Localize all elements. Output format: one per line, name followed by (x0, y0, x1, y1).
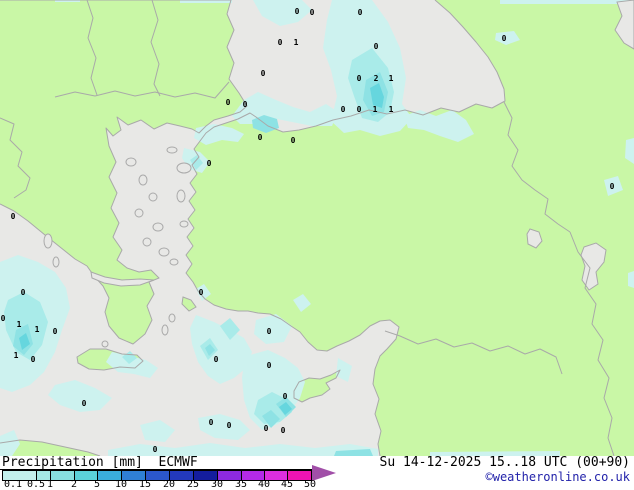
aegean-island (134, 208, 144, 218)
aegean-island (125, 157, 137, 167)
legend-tick-label: 35 (234, 479, 248, 490)
legend-tick-label: 15 (138, 479, 152, 490)
aegean-island (152, 222, 164, 232)
legend-tick-label: 40 (257, 479, 271, 490)
legend-title: Precipitation [mm] ECMWF (2, 455, 198, 470)
island-limnos (166, 146, 178, 154)
legend-tick-label: 50 (303, 479, 317, 490)
legend-tick-label: 5 (93, 479, 101, 490)
legend-tick-label: 0.1 (4, 479, 23, 490)
legend-tick-label: 30 (210, 479, 224, 490)
aegean-island (168, 313, 176, 323)
legend-tick-label: 25 (186, 479, 200, 490)
legend-tick-label: 1 (46, 479, 54, 490)
map-container: 0000100021001100000000000110100000000000 (0, 0, 634, 456)
legend-tick-label: 10 (114, 479, 128, 490)
island-lesbos (176, 162, 192, 174)
aegean-island (161, 324, 169, 336)
aegean-island (101, 340, 109, 348)
legend-tick-label: 0.5 (26, 479, 46, 490)
aegean-island (169, 258, 179, 266)
datetime-label: Su 14-12-2025 15..18 UTC (00+90) (379, 455, 630, 470)
aegean-island (158, 247, 170, 257)
island-samos (179, 220, 189, 228)
legend-tick-label: 20 (162, 479, 176, 490)
island-chios (176, 189, 186, 203)
aegean-island (52, 256, 60, 268)
island-corfu (43, 233, 53, 249)
weather-map-app: 0000100021001100000000000110100000000000… (0, 0, 634, 490)
aegean-island (138, 174, 148, 186)
footer: Precipitation [mm] ECMWF 0.1 0.5 1 2 5 10 15 20… (0, 456, 634, 490)
legend-tick-label: 2 (70, 479, 78, 490)
copyright-label: ©weatheronline.co.uk (485, 470, 631, 484)
aegean-island (142, 237, 152, 247)
aegean-island (148, 192, 158, 202)
legend-tick-label: 45 (280, 479, 294, 490)
legend-tick-labels: 0.1 0.5 1 2 5 10 15 20 25 30 35 40 45 50 (0, 480, 340, 490)
map-canvas (0, 0, 634, 456)
